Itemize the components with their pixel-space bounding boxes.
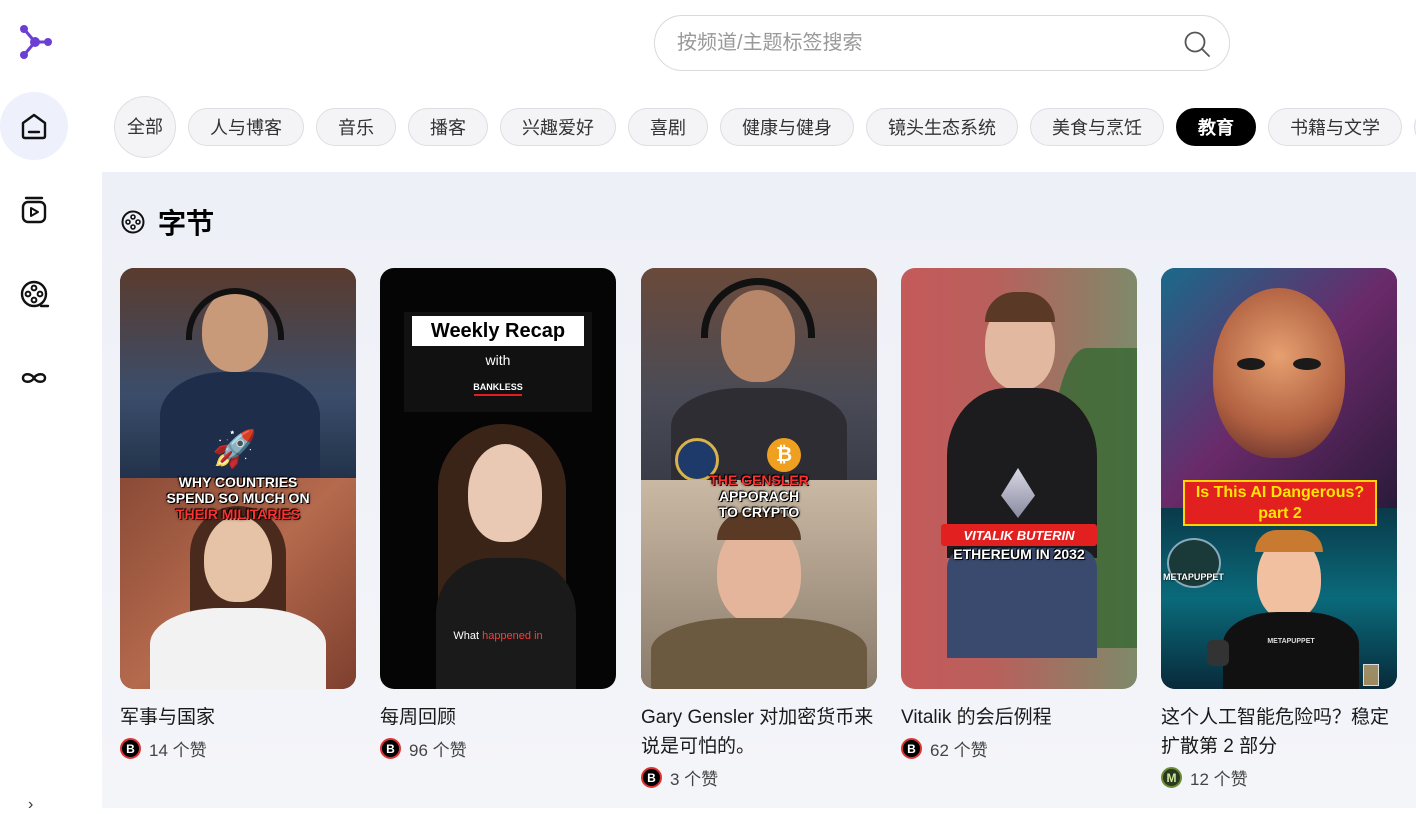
overlay-line: TO CRYPTO (718, 504, 800, 520)
video-title[interactable]: Vitalik 的会后例程 (901, 703, 1137, 732)
channel-avatar[interactable]: B (641, 767, 662, 788)
overlay-line-highlight: THEIR MILITARIES (175, 506, 301, 522)
man-legs (947, 548, 1097, 658)
search-icon[interactable] (1183, 30, 1211, 58)
video-card[interactable]: VITALIK BUTERIN ETHEREUM IN 2032 Vitalik… (901, 268, 1137, 761)
brand-underline (474, 394, 522, 396)
channel-avatar[interactable]: B (120, 738, 141, 759)
video-card[interactable]: 🚀 WHY COUNTRIES SPEND SO MUCH ON THEIR M… (120, 268, 356, 761)
video-stack-icon (21, 196, 47, 224)
rocket-emoji-icon: 🚀 (212, 428, 257, 469)
video-card[interactable]: ₿ THE GENSLER APPORACH TO CRYPTO Gary Ge… (641, 268, 877, 790)
overlay-line: ETHEREUM IN 2032 (953, 546, 1085, 562)
search-bar (654, 15, 1230, 71)
caption-part: What (453, 630, 483, 642)
like-count: 96 个赞 (409, 741, 467, 760)
shirt-logo: METAPUPPET (1267, 638, 1315, 645)
cartoon-hair (1255, 530, 1323, 552)
recap-title: Weekly Recap (412, 316, 584, 346)
video-card[interactable]: Is This AI Dangerous? part 2 METAPUPPET … (1161, 268, 1397, 790)
expand-chevron-icon[interactable]: › (28, 796, 33, 814)
nav-videos-button[interactable] (0, 176, 68, 244)
bitcoin-icon: ₿ (767, 438, 801, 472)
tag-people-blogs[interactable]: 人与博客 (188, 108, 304, 146)
banner-line: part 2 (1258, 505, 1302, 522)
video-meta: B 96 个赞 (380, 736, 616, 761)
nav-loop-button[interactable] (0, 344, 68, 412)
category-tags: 全部 人与博客 音乐 播客 兴趣爱好 喜剧 健康与健身 镜头生态系统 美食与烹饪… (114, 96, 1416, 158)
woman-body (436, 558, 576, 689)
search-input[interactable] (677, 16, 1157, 70)
video-thumbnail[interactable]: Weekly Recap with BANKLESS What happened… (380, 268, 616, 689)
ai-eye-right (1293, 358, 1321, 370)
video-title[interactable]: 每周回顾 (380, 703, 616, 732)
woman-face (468, 444, 542, 542)
like-count: 14 个赞 (149, 741, 207, 760)
title-banner: Is This AI Dangerous? part 2 (1183, 480, 1377, 526)
overlay-line: APPORACH (718, 488, 800, 504)
guest-face (204, 516, 272, 602)
tag-lens-ecosystem[interactable]: 镜头生态系统 (866, 108, 1018, 146)
like-count: 62 个赞 (930, 741, 988, 760)
glass-icon (1363, 664, 1379, 686)
channel-avatar[interactable]: B (380, 738, 401, 759)
recap-brand: BANKLESS (473, 382, 523, 392)
cartoon-shirt (1223, 612, 1359, 689)
home-icon (21, 113, 47, 140)
like-count: 12 个赞 (1190, 770, 1248, 789)
video-thumbnail[interactable]: 🚀 WHY COUNTRIES SPEND SO MUCH ON THEIR M… (120, 268, 356, 689)
video-title[interactable]: Gary Gensler 对加密货币来说是可怕的。 (641, 703, 877, 761)
tag-hobbies[interactable]: 兴趣爱好 (500, 108, 616, 146)
video-title[interactable]: 军事与国家 (120, 703, 356, 732)
tag-all[interactable]: 全部 (114, 96, 176, 158)
infinity-icon (21, 373, 47, 383)
video-meta: B 3 个赞 (641, 765, 877, 790)
tag-books-literature[interactable]: 书籍与文学 (1268, 108, 1402, 146)
section-title: 字节 (158, 208, 215, 239)
tag-music[interactable]: 音乐 (316, 108, 396, 146)
app-logo-icon[interactable] (16, 22, 56, 62)
tag-education[interactable]: 教育 (1176, 108, 1256, 146)
video-thumbnail[interactable]: VITALIK BUTERIN ETHEREUM IN 2032 (901, 268, 1137, 689)
video-title[interactable]: 这个人工智能危险吗？稳定扩散第 2 部分 (1161, 703, 1397, 761)
like-count: 3 个赞 (670, 770, 719, 789)
banner-line: Is This AI Dangerous? (1195, 484, 1365, 501)
ai-face (1213, 288, 1345, 458)
nav-reels-button[interactable] (0, 260, 68, 328)
film-reel-icon (20, 280, 50, 308)
overlay-line-highlight: THE GENSLER (709, 472, 809, 488)
video-thumbnail[interactable]: Is This AI Dangerous? part 2 METAPUPPET … (1161, 268, 1397, 689)
man-hair (985, 292, 1055, 322)
brand-label: METAPUPPET (1163, 572, 1224, 582)
video-meta: M 12 个赞 (1161, 765, 1397, 790)
video-meta: B 14 个赞 (120, 736, 356, 761)
name-banner: VITALIK BUTERIN (941, 524, 1097, 546)
video-card[interactable]: Weekly Recap with BANKLESS What happened… (380, 268, 616, 761)
tag-comedy[interactable]: 喜剧 (628, 108, 708, 146)
sidebar: › (0, 0, 102, 813)
caption: What happened in (380, 630, 616, 642)
tag-food-cooking[interactable]: 美食与烹饪 (1030, 108, 1164, 146)
guest-body (150, 608, 326, 689)
recap-with: with (485, 352, 511, 368)
section-header: 字节 (120, 202, 214, 242)
tag-podcast[interactable]: 播客 (408, 108, 488, 146)
nav-home-button[interactable] (0, 92, 68, 160)
channel-avatar[interactable]: B (901, 738, 922, 759)
video-meta: B 62 个赞 (901, 736, 1137, 761)
video-thumbnail[interactable]: ₿ THE GENSLER APPORACH TO CRYPTO (641, 268, 877, 689)
ai-eye-left (1237, 358, 1265, 370)
microphone-icon (1207, 640, 1229, 666)
film-reel-icon (121, 210, 145, 234)
overlay-line: WHY COUNTRIES (178, 474, 298, 490)
caption-highlight: happened in (482, 630, 543, 642)
content-area: 字节 🚀 WHY COUNTRIES SPEND SO MUCH ON THEI… (102, 172, 1416, 808)
overlay-line: SPEND SO MUCH ON (166, 490, 310, 506)
channel-avatar[interactable]: M (1161, 767, 1182, 788)
tag-health-fitness[interactable]: 健康与健身 (720, 108, 854, 146)
guest-body (651, 618, 867, 689)
